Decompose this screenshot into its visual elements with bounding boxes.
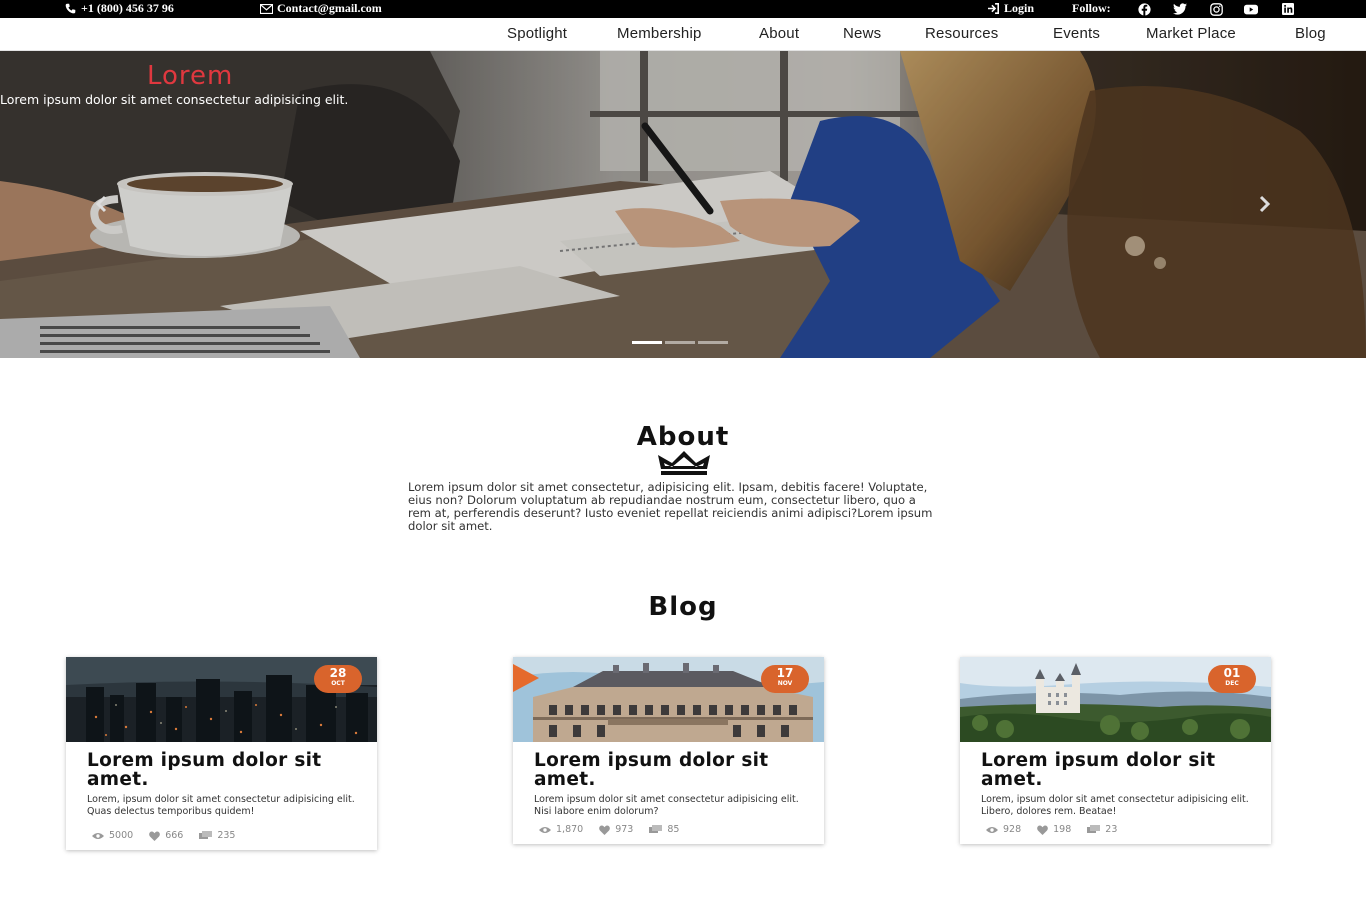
views-stat: 5000 xyxy=(92,830,133,841)
comments-count: 23 xyxy=(1105,824,1118,835)
instagram-icon[interactable] xyxy=(1209,2,1223,16)
comments-stat[interactable]: 23 xyxy=(1087,824,1117,835)
email-contact[interactable]: Contact@gmail.com xyxy=(260,1,382,16)
phone-contact[interactable]: +1 (800) 456 37 96 xyxy=(64,1,174,16)
eye-icon xyxy=(539,826,551,833)
nav-news[interactable]: News xyxy=(843,25,881,42)
date-month: DEC xyxy=(1225,680,1239,687)
views-stat: 928 xyxy=(986,824,1021,835)
date-day: 01 xyxy=(1223,666,1241,680)
phone-number: +1 (800) 456 37 96 xyxy=(81,1,174,15)
play-ribbon-icon xyxy=(513,664,539,692)
likes-stat[interactable]: 973 xyxy=(599,824,633,835)
nav-events[interactable]: Events xyxy=(1053,25,1100,42)
date-badge: 28 OCT xyxy=(314,665,362,693)
about-text: Lorem ipsum dolor sit amet consectetur, … xyxy=(408,480,933,533)
nav-spotlight[interactable]: Spotlight xyxy=(507,25,567,42)
about-title: About xyxy=(636,422,730,452)
date-day: 17 xyxy=(776,666,794,680)
blog-card-stats: 928 198 23 xyxy=(986,824,1251,835)
likes-stat[interactable]: 198 xyxy=(1037,824,1071,835)
login-icon xyxy=(988,3,999,14)
chevron-right-icon xyxy=(1259,195,1271,213)
comments-icon xyxy=(1087,824,1101,833)
login-label: Login xyxy=(1004,1,1035,15)
likes-stat[interactable]: 666 xyxy=(149,830,183,841)
login-link[interactable]: Login xyxy=(987,1,1034,16)
heart-icon xyxy=(599,824,611,835)
nav-membership[interactable]: Membership xyxy=(617,25,702,42)
carousel-prev-button[interactable] xyxy=(94,194,110,214)
views-count: 928 xyxy=(1003,824,1022,835)
blog-card-image: 28 OCT xyxy=(66,657,377,742)
views-stat: 1,870 xyxy=(539,824,583,835)
eye-icon xyxy=(986,826,998,833)
hero-subtitle: Lorem ipsum dolor sit amet consectetur a… xyxy=(0,92,349,107)
blog-card[interactable]: 28 OCT Lorem ipsum dolor sit amet. Lorem… xyxy=(66,657,377,850)
comments-count: 235 xyxy=(217,830,236,841)
facebook-icon[interactable] xyxy=(1137,2,1151,16)
blog-card-title[interactable]: Lorem ipsum dolor sit amet. xyxy=(534,751,804,789)
nav-market-place[interactable]: Market Place xyxy=(1146,25,1236,42)
carousel-indicators xyxy=(632,341,728,344)
eye-icon xyxy=(92,832,104,839)
blog-card-title[interactable]: Lorem ipsum dolor sit amet. xyxy=(981,751,1251,789)
blog-card-stats: 5000 666 235 xyxy=(92,830,357,841)
likes-count: 666 xyxy=(165,830,184,841)
likes-count: 973 xyxy=(615,824,634,835)
date-day: 28 xyxy=(329,666,347,680)
email-address: Contact@gmail.com xyxy=(277,1,382,15)
blog-title: Blog xyxy=(648,592,718,622)
chevron-left-icon xyxy=(95,195,107,213)
mail-icon xyxy=(260,3,273,14)
nav-resources[interactable]: Resources xyxy=(925,25,999,42)
comments-icon xyxy=(199,830,213,839)
top-bar: +1 (800) 456 37 96 Contact@gmail.com Log… xyxy=(0,0,1366,18)
follow-label: Follow: xyxy=(1072,1,1111,15)
carousel-indicator[interactable] xyxy=(665,341,695,344)
carousel-indicator[interactable] xyxy=(698,341,728,344)
twitter-icon[interactable] xyxy=(1173,2,1187,16)
comments-stat[interactable]: 85 xyxy=(649,824,679,835)
blog-card-text: Lorem, ipsum dolor sit amet consectetur … xyxy=(981,794,1249,817)
blog-card-stats: 1,870 973 85 xyxy=(539,824,804,835)
phone-icon xyxy=(65,3,76,14)
nav-about[interactable]: About xyxy=(759,25,799,42)
hero-title: Lorem xyxy=(147,61,234,91)
carousel-next-button[interactable] xyxy=(1256,194,1272,214)
linkedin-icon[interactable] xyxy=(1281,2,1295,16)
comments-stat[interactable]: 235 xyxy=(199,830,235,841)
crown-icon xyxy=(658,451,710,475)
blog-card-image: 01 DEC xyxy=(960,657,1271,742)
date-badge: 01 DEC xyxy=(1208,665,1256,693)
carousel-indicator[interactable] xyxy=(632,341,662,344)
hero-carousel: Lorem Lorem ipsum dolor sit amet consect… xyxy=(0,51,1366,358)
youtube-icon[interactable] xyxy=(1244,2,1258,16)
blog-card[interactable]: 01 DEC Lorem ipsum dolor sit amet. Lorem… xyxy=(960,657,1271,844)
blog-card[interactable]: 17 NOV Lorem ipsum dolor sit amet. Lorem… xyxy=(513,657,824,844)
comments-icon xyxy=(649,824,663,833)
views-count: 5000 xyxy=(109,830,134,841)
blog-card-title[interactable]: Lorem ipsum dolor sit amet. xyxy=(87,751,357,789)
heart-icon xyxy=(149,830,161,841)
blog-card-text: Lorem, ipsum dolor sit amet consectetur … xyxy=(87,794,355,817)
heart-icon xyxy=(1037,824,1048,835)
main-nav: Spotlight Membership About News Resource… xyxy=(0,18,1366,51)
date-badge: 17 NOV xyxy=(761,665,809,693)
date-month: NOV xyxy=(777,680,793,687)
blog-card-image: 17 NOV xyxy=(513,657,824,742)
likes-count: 198 xyxy=(1053,824,1072,835)
date-month: OCT xyxy=(331,680,345,687)
views-count: 1,870 xyxy=(556,824,584,835)
comments-count: 85 xyxy=(667,824,680,835)
blog-card-text: Lorem ipsum dolor sit amet consectetur a… xyxy=(534,794,799,817)
nav-blog[interactable]: Blog xyxy=(1295,25,1326,42)
